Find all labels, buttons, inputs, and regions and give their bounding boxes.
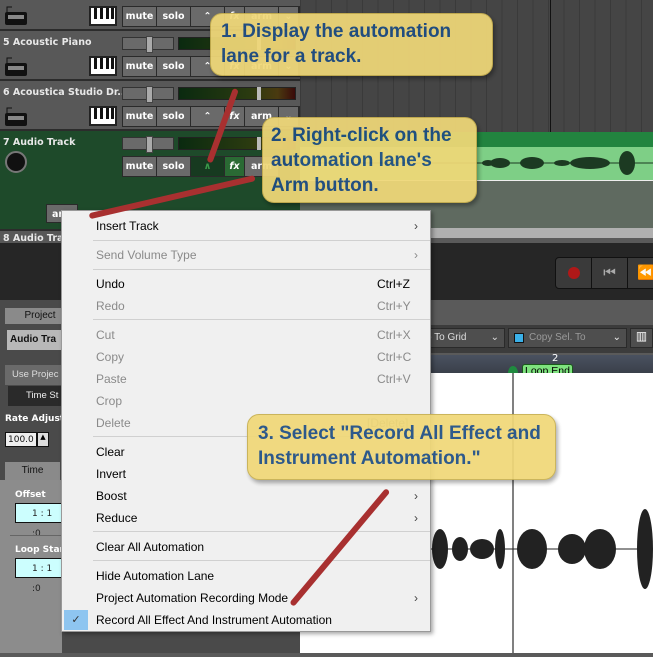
loop-start-label: Loop Star <box>15 545 64 555</box>
solo-button[interactable]: solo <box>157 7 191 26</box>
menu-item-cut: Cut Ctrl+X <box>62 324 430 346</box>
menu-item-label: Record All Effect And Instrument Automat… <box>96 613 332 627</box>
divider <box>10 535 62 536</box>
menu-separator <box>93 531 430 532</box>
menu-item-shortcut: Ctrl+V <box>377 372 411 386</box>
menu-item-label: Undo <box>96 277 125 291</box>
menu-item-label: Reduce <box>96 511 138 525</box>
mute-button[interactable]: mute <box>123 157 157 176</box>
menu-item-label: Cut <box>96 328 115 342</box>
bar-number: 2 <box>552 353 559 364</box>
menu-separator <box>93 269 430 270</box>
piano-icon[interactable] <box>89 106 117 126</box>
audio-track-icon <box>5 151 27 173</box>
callout-step-2: 2. Right-click on the automation lane's … <box>262 117 477 203</box>
solo-button[interactable]: solo <box>157 157 191 176</box>
menu-item-redo: Redo Ctrl+Y <box>62 295 430 317</box>
menu-item-hide-automation-lane[interactable]: Hide Automation Lane <box>62 565 430 587</box>
tab-time[interactable]: Time <box>5 462 60 480</box>
menu-item-label: Project Automation Recording Mode <box>96 591 289 605</box>
chevron-right-icon: › <box>414 591 418 605</box>
chevron-right-icon: › <box>414 489 418 503</box>
snap-label: o To Grid <box>426 332 467 343</box>
piano-icon[interactable] <box>89 56 117 76</box>
menu-item-shortcut: Ctrl+X <box>377 328 411 342</box>
chevron-right-icon: › <box>414 248 418 262</box>
track-6[interactable]: 6 Acoustica Studio Dr... mute solo ⌃ fx … <box>0 81 300 131</box>
chevron-right-icon: › <box>414 219 418 233</box>
menu-item-copy: Copy Ctrl+C <box>62 346 430 368</box>
menu-item-insert-track[interactable]: Insert Track › <box>62 215 430 237</box>
pan-slider[interactable] <box>122 136 174 153</box>
menu-item-label: Invert <box>96 467 127 481</box>
menu-item-label: Copy <box>96 350 125 364</box>
menu-item-label: Redo <box>96 299 125 313</box>
menu-item-label: Paste <box>96 372 127 386</box>
rate-adjust-input[interactable]: 100.0 <box>5 432 37 447</box>
menu-item-send-volume-type: Send Volume Type › <box>62 244 430 266</box>
mute-button[interactable]: mute <box>123 7 157 26</box>
solo-button[interactable]: solo <box>157 107 191 126</box>
track-7-buttons: mute solo ∧ fx arm <box>122 156 280 177</box>
callout-step-1: 1. Display the automation lane for a tra… <box>210 13 493 76</box>
instrument-keyboard-icon <box>4 107 28 127</box>
callout-step-3: 3. Select "Record All Effect and Instrum… <box>247 414 556 480</box>
menu-item-shortcut: Ctrl+Y <box>377 299 411 313</box>
mute-button[interactable]: mute <box>123 107 157 126</box>
time-stretch-button[interactable]: Time St <box>8 386 65 406</box>
record-icon[interactable] <box>556 258 592 288</box>
copy-label: Copy Sel. To <box>529 332 586 343</box>
solo-button[interactable]: solo <box>157 57 191 76</box>
mute-button[interactable]: mute <box>123 57 157 76</box>
menu-item-shortcut: Ctrl+C <box>377 350 412 364</box>
rewind-to-start-icon[interactable]: ⏮ <box>592 258 628 288</box>
menu-item-crop: Crop <box>62 390 430 412</box>
loop-start-input[interactable]: 1 : 1 :0 <box>15 558 62 594</box>
menu-separator <box>93 240 430 241</box>
menu-item-label: Crop <box>96 394 123 408</box>
menu-item-label: Clear <box>96 445 125 459</box>
chevron-down-icon: ⌄ <box>612 332 621 343</box>
menu-item-undo[interactable]: Undo Ctrl+Z <box>62 273 430 295</box>
menu-item-label: Clear All Automation <box>96 540 205 554</box>
track-name-field[interactable]: Audio Tra <box>7 330 67 350</box>
track-name: 6 Acoustica Studio Dr... <box>3 87 129 98</box>
copy-sel-to-dropdown[interactable]: Copy Sel. To ⌄ <box>508 328 627 348</box>
offset-input[interactable]: 1 : 1 :0 <box>15 503 62 539</box>
track-name: 5 Acoustic Piano <box>3 37 92 48</box>
piano-icon[interactable] <box>89 6 117 26</box>
pan-slider[interactable] <box>122 86 174 103</box>
instrument-keyboard-icon <box>4 57 28 77</box>
checkmark-icon: ✓ <box>64 610 88 630</box>
rate-stepper[interactable]: ▲ <box>37 432 49 447</box>
grid-settings-icon[interactable]: ▥ <box>630 328 653 348</box>
menu-item-paste: Paste Ctrl+V <box>62 368 430 390</box>
chevron-down-icon: ⌄ <box>490 332 499 343</box>
transport-buttons: ⏮ ⏪ <box>555 257 653 289</box>
menu-item-record-all-effect-and-instrument-automation[interactable]: ✓ Record All Effect And Instrument Automa… <box>62 609 430 631</box>
copy-icon <box>514 333 524 343</box>
offset-label: Offset <box>15 490 46 500</box>
rate-adjust-label: Rate Adjustr <box>5 414 69 424</box>
menu-item-clear-all-automation[interactable]: Clear All Automation <box>62 536 430 558</box>
use-project-button[interactable]: Use Projec <box>5 365 65 385</box>
menu-item-label: Hide Automation Lane <box>96 569 215 583</box>
chevron-right-icon: › <box>414 511 418 525</box>
track-name: 7 Audio Track <box>3 137 76 148</box>
menu-item-label: Boost <box>96 489 127 503</box>
menu-item-project-automation-recording-mode[interactable]: Project Automation Recording Mode › <box>62 587 430 609</box>
pan-slider[interactable] <box>122 36 174 53</box>
menu-item-shortcut: Ctrl+Z <box>377 277 410 291</box>
menu-separator <box>93 560 430 561</box>
menu-item-label: Delete <box>96 416 131 430</box>
menu-item-label: Send Volume Type <box>96 248 197 262</box>
menu-separator <box>93 319 430 320</box>
fx-button[interactable]: fx <box>225 157 245 176</box>
menu-item-label: Insert Track <box>96 219 159 233</box>
snap-to-grid-dropdown[interactable]: o To Grid ⌄ <box>425 328 505 348</box>
rewind-icon[interactable]: ⏪ <box>628 258 653 288</box>
instrument-keyboard-icon <box>4 6 28 26</box>
